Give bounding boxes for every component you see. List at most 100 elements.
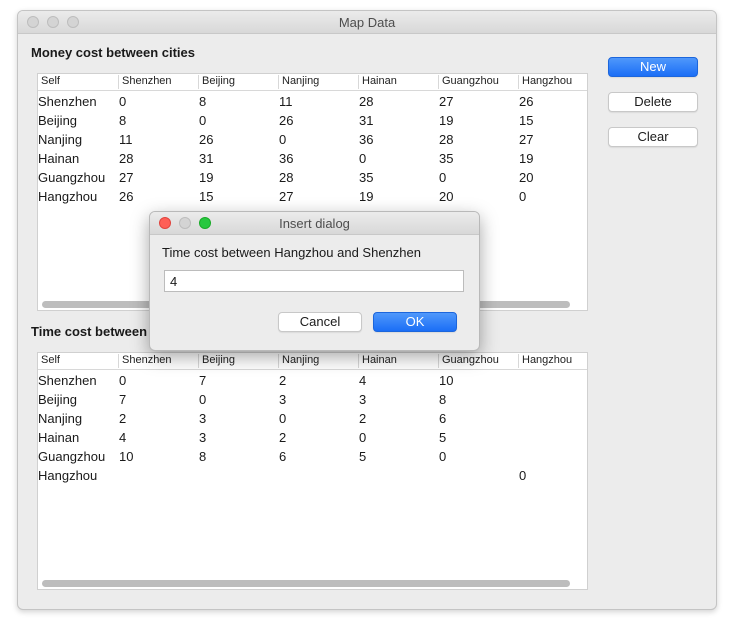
table-row[interactable]: Hainan 4 3 2 0 5 [38,428,587,447]
new-button[interactable]: New [608,57,698,77]
table-cell[interactable]: 35 [359,170,373,185]
table-cell[interactable]: 8 [199,94,206,109]
dialog-titlebar[interactable]: Insert dialog [150,212,479,235]
table-cell[interactable]: 3 [279,392,286,407]
table-cell[interactable]: 27 [439,94,453,109]
table-row[interactable]: Shenzhen 0 8 11 28 27 26 [38,92,587,111]
table-cell[interactable]: 28 [359,94,373,109]
table-cell[interactable]: 19 [199,170,213,185]
table-cell[interactable]: 26 [279,113,293,128]
column-header[interactable]: Hainan [358,75,438,89]
table-cell[interactable]: 0 [279,411,286,426]
table-cell[interactable]: 27 [119,170,133,185]
table-cell[interactable]: 26 [519,94,533,109]
table-cell[interactable]: 2 [279,430,286,445]
table-cell[interactable]: 36 [359,132,373,147]
table-cell[interactable]: 3 [359,392,366,407]
row-label[interactable]: Nanjing [38,132,82,147]
table-row[interactable]: Shenzhen 0 7 2 4 10 [38,371,587,390]
table-cell[interactable]: 10 [439,373,453,388]
table-cell[interactable]: 8 [119,113,126,128]
table-cell[interactable]: 5 [439,430,446,445]
table-cell[interactable]: 26 [199,132,213,147]
column-header[interactable]: Hangzhou [518,75,587,89]
column-header[interactable]: Hainan [358,354,438,368]
table-cell[interactable]: 11 [279,94,293,109]
table-cell[interactable]: 0 [199,113,206,128]
table-cell[interactable]: 10 [119,449,133,464]
row-label[interactable]: Hangzhou [38,189,97,204]
table-row[interactable]: Nanjing 2 3 0 2 6 [38,409,587,428]
table-cell[interactable]: 0 [119,94,126,109]
table-row[interactable]: Hainan 28 31 36 0 35 19 [38,149,587,168]
table-cell[interactable]: 20 [519,170,533,185]
table-cell[interactable]: 35 [439,151,453,166]
row-label[interactable]: Beijing [38,392,77,407]
column-header[interactable]: Shenzhen [118,354,198,368]
table-cell[interactable]: 15 [519,113,533,128]
table-cell[interactable]: 0 [119,373,126,388]
ok-button[interactable]: OK [373,312,457,332]
table-cell[interactable]: 20 [439,189,453,204]
table-cell[interactable]: 0 [199,392,206,407]
row-label[interactable]: Nanjing [38,411,82,426]
time-horizontal-scrollbar[interactable] [42,580,570,587]
table-row[interactable]: Hangzhou 0 [38,466,587,485]
table-cell[interactable]: 19 [439,113,453,128]
table-cell[interactable]: 28 [119,151,133,166]
table-cell[interactable]: 2 [279,373,286,388]
table-cell[interactable]: 36 [279,151,293,166]
table-cell[interactable]: 2 [119,411,126,426]
row-label[interactable]: Beijing [38,113,77,128]
table-cell[interactable]: 0 [519,468,526,483]
column-header[interactable]: Guangzhou [438,75,518,89]
table-cell[interactable]: 27 [519,132,533,147]
table-cell[interactable]: 7 [119,392,126,407]
column-header[interactable]: Nanjing [278,354,358,368]
table-cell[interactable]: 7 [199,373,206,388]
table-row[interactable]: Hangzhou 26 15 27 19 20 0 [38,187,587,206]
table-cell[interactable]: 26 [119,189,133,204]
table-cell[interactable]: 0 [359,430,366,445]
table-cell[interactable]: 31 [199,151,213,166]
row-label[interactable]: Guangzhou [38,449,105,464]
table-cell[interactable]: 11 [119,132,133,147]
table-cell[interactable]: 0 [359,151,366,166]
table-row[interactable]: Beijing 8 0 26 31 19 15 [38,111,587,130]
row-label[interactable]: Hangzhou [38,468,97,483]
table-cell[interactable]: 31 [359,113,373,128]
column-header[interactable]: Shenzhen [118,75,198,89]
column-header[interactable]: Beijing [198,75,278,89]
delete-button[interactable]: Delete [608,92,698,112]
table-row[interactable]: Guangzhou 27 19 28 35 0 20 [38,168,587,187]
table-cell[interactable]: 19 [519,151,533,166]
time-cost-table[interactable]: Self Shenzhen Beijing Nanjing Hainan Guangzho… [37,352,588,590]
table-row[interactable]: Beijing 7 0 3 3 8 [38,390,587,409]
row-label[interactable]: Guangzhou [38,170,105,185]
window-titlebar[interactable]: Map Data [18,11,716,34]
table-cell[interactable]: 2 [359,411,366,426]
table-cell[interactable]: 15 [199,189,213,204]
row-label[interactable]: Shenzhen [38,94,97,109]
table-cell[interactable]: 28 [279,170,293,185]
table-cell[interactable]: 28 [439,132,453,147]
table-row[interactable]: Guangzhou 10 8 6 5 0 [38,447,587,466]
table-cell[interactable]: 0 [279,132,286,147]
table-cell[interactable]: 5 [359,449,366,464]
table-cell[interactable]: 0 [519,189,526,204]
column-header[interactable]: Beijing [198,354,278,368]
table-cell[interactable]: 19 [359,189,373,204]
time-cost-input[interactable] [164,270,464,292]
clear-button[interactable]: Clear [608,127,698,147]
row-label[interactable]: Hainan [38,151,79,166]
column-header[interactable]: Nanjing [278,75,358,89]
table-cell[interactable]: 3 [199,411,206,426]
column-header[interactable]: Self [38,354,118,368]
table-cell[interactable]: 8 [439,392,446,407]
column-header[interactable]: Self [38,75,118,89]
table-cell[interactable]: 4 [359,373,366,388]
table-cell[interactable]: 27 [279,189,293,204]
table-row[interactable]: Nanjing 11 26 0 36 28 27 [38,130,587,149]
table-cell[interactable]: 6 [439,411,446,426]
table-cell[interactable]: 0 [439,170,446,185]
